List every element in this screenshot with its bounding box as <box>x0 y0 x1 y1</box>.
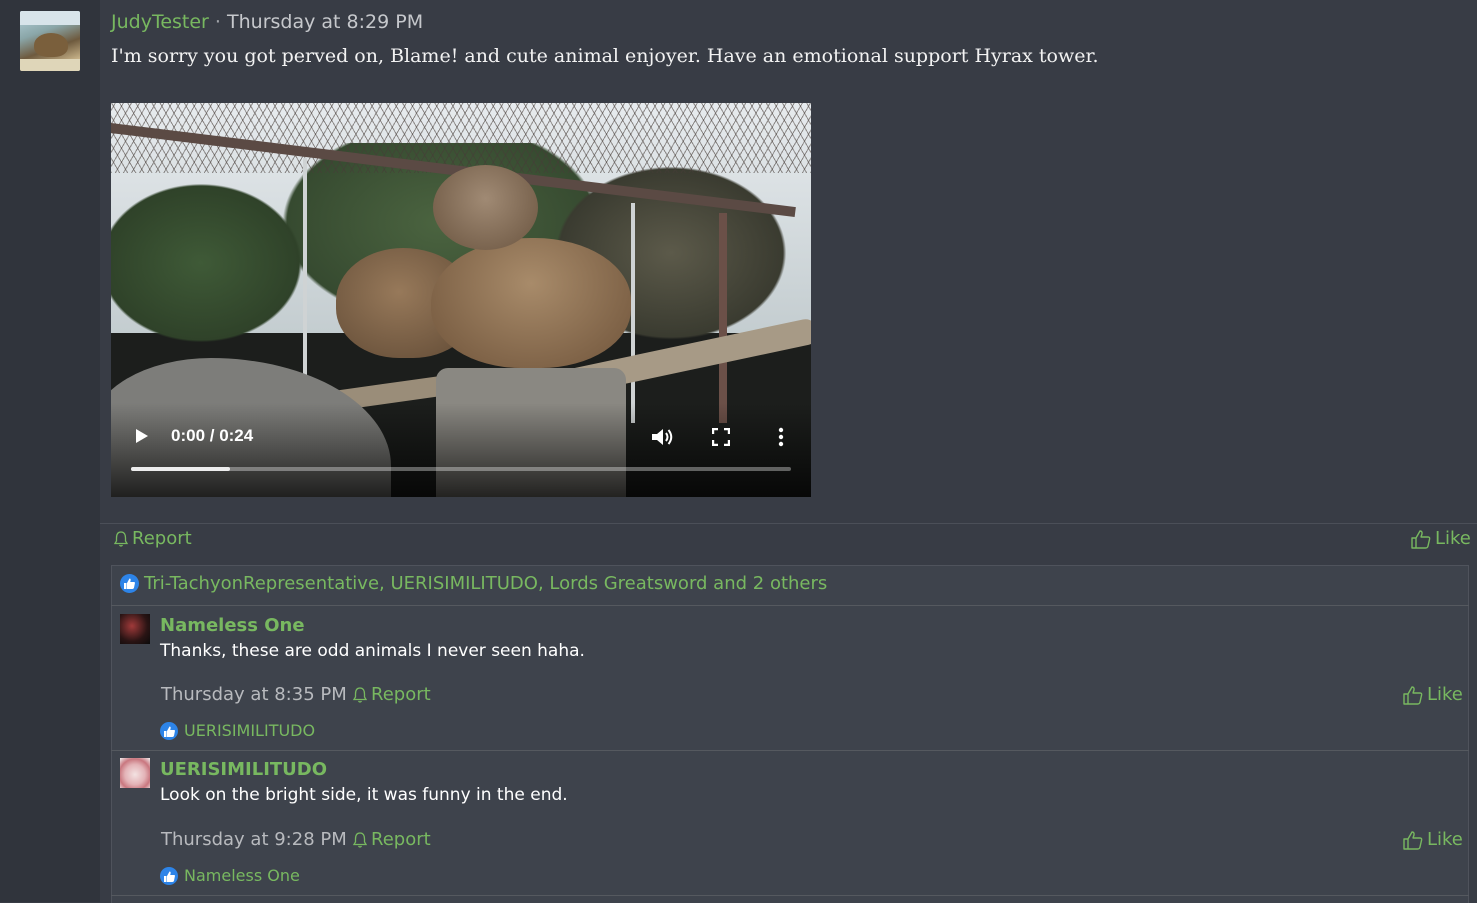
comment-report-label: Report <box>371 684 431 705</box>
video-time-display: 0:00 / 0:24 <box>171 426 254 445</box>
video-buffer-bar <box>131 467 230 471</box>
volume-icon[interactable] <box>649 425 677 449</box>
video-progress-track[interactable] <box>131 467 791 471</box>
thumbs-up-outline-icon <box>1403 685 1423 705</box>
thumbs-up-filled-icon <box>160 866 178 885</box>
post-author-link[interactable]: JudyTester <box>111 11 209 33</box>
comment-like-label: Like <box>1427 829 1463 850</box>
report-label: Report <box>132 528 192 549</box>
left-gutter <box>0 0 100 902</box>
thumbs-up-filled-icon <box>120 574 139 593</box>
thumbs-up-filled-icon <box>160 721 178 740</box>
comment-report-button[interactable]: Report <box>352 829 431 850</box>
thumbs-up-outline-icon <box>1411 529 1431 549</box>
comment-reactions-users[interactable]: UERISIMILITUDO <box>184 721 315 740</box>
post-divider <box>100 523 1477 524</box>
comment-text: Thanks, these are odd animals I never se… <box>160 641 585 661</box>
bell-icon <box>352 686 368 703</box>
separator-dot: · <box>214 11 221 33</box>
comment-timestamp[interactable]: Thursday at 8:35 PM <box>161 684 347 705</box>
video-player[interactable]: 0:00 / 0:24 <box>111 103 811 497</box>
comment-timestamp[interactable]: Thursday at 9:28 PM <box>161 829 347 850</box>
report-button[interactable]: Report <box>113 528 192 549</box>
comment-reactions[interactable]: Nameless One <box>160 866 300 885</box>
bell-icon <box>113 530 129 547</box>
comment-report-button[interactable]: Report <box>352 684 431 705</box>
comment-like-button[interactable]: Like <box>1402 684 1463 705</box>
post-body-text: I'm sorry you got perved on, Blame! and … <box>111 45 1099 67</box>
comment-author[interactable]: Nameless One <box>160 615 305 636</box>
post-header: JudyTester · Thursday at 8:29 PM <box>111 11 423 33</box>
comment-text: Look on the bright side, it was funny in… <box>160 785 568 805</box>
like-button[interactable]: Like <box>1410 528 1471 549</box>
thumbs-up-outline-icon <box>1403 830 1423 850</box>
comment-reactions[interactable]: UERISIMILITUDO <box>160 721 315 740</box>
comments-top-divider <box>111 605 1469 606</box>
reactions-users-text[interactable]: Tri-TachyonRepresentative, UERISIMILITUD… <box>144 573 827 594</box>
comment-avatar[interactable] <box>120 614 150 644</box>
comment-like-label: Like <box>1427 684 1463 705</box>
play-icon[interactable] <box>136 429 148 443</box>
comment-divider <box>111 750 1469 751</box>
bell-icon <box>352 831 368 848</box>
comment-author[interactable]: UERISIMILITUDO <box>160 759 327 780</box>
comment-avatar[interactable] <box>120 758 150 788</box>
comment-divider <box>111 895 1469 896</box>
post-timestamp[interactable]: Thursday at 8:29 PM <box>227 11 423 33</box>
author-avatar[interactable] <box>20 11 80 71</box>
comment-report-label: Report <box>371 829 431 850</box>
fullscreen-icon[interactable] <box>712 428 730 446</box>
more-vertical-icon[interactable] <box>773 425 789 449</box>
reactions-summary[interactable]: Tri-TachyonRepresentative, UERISIMILITUD… <box>120 573 827 594</box>
like-label: Like <box>1435 528 1471 549</box>
comment-reactions-users[interactable]: Nameless One <box>184 866 300 885</box>
comment-like-button[interactable]: Like <box>1402 829 1463 850</box>
